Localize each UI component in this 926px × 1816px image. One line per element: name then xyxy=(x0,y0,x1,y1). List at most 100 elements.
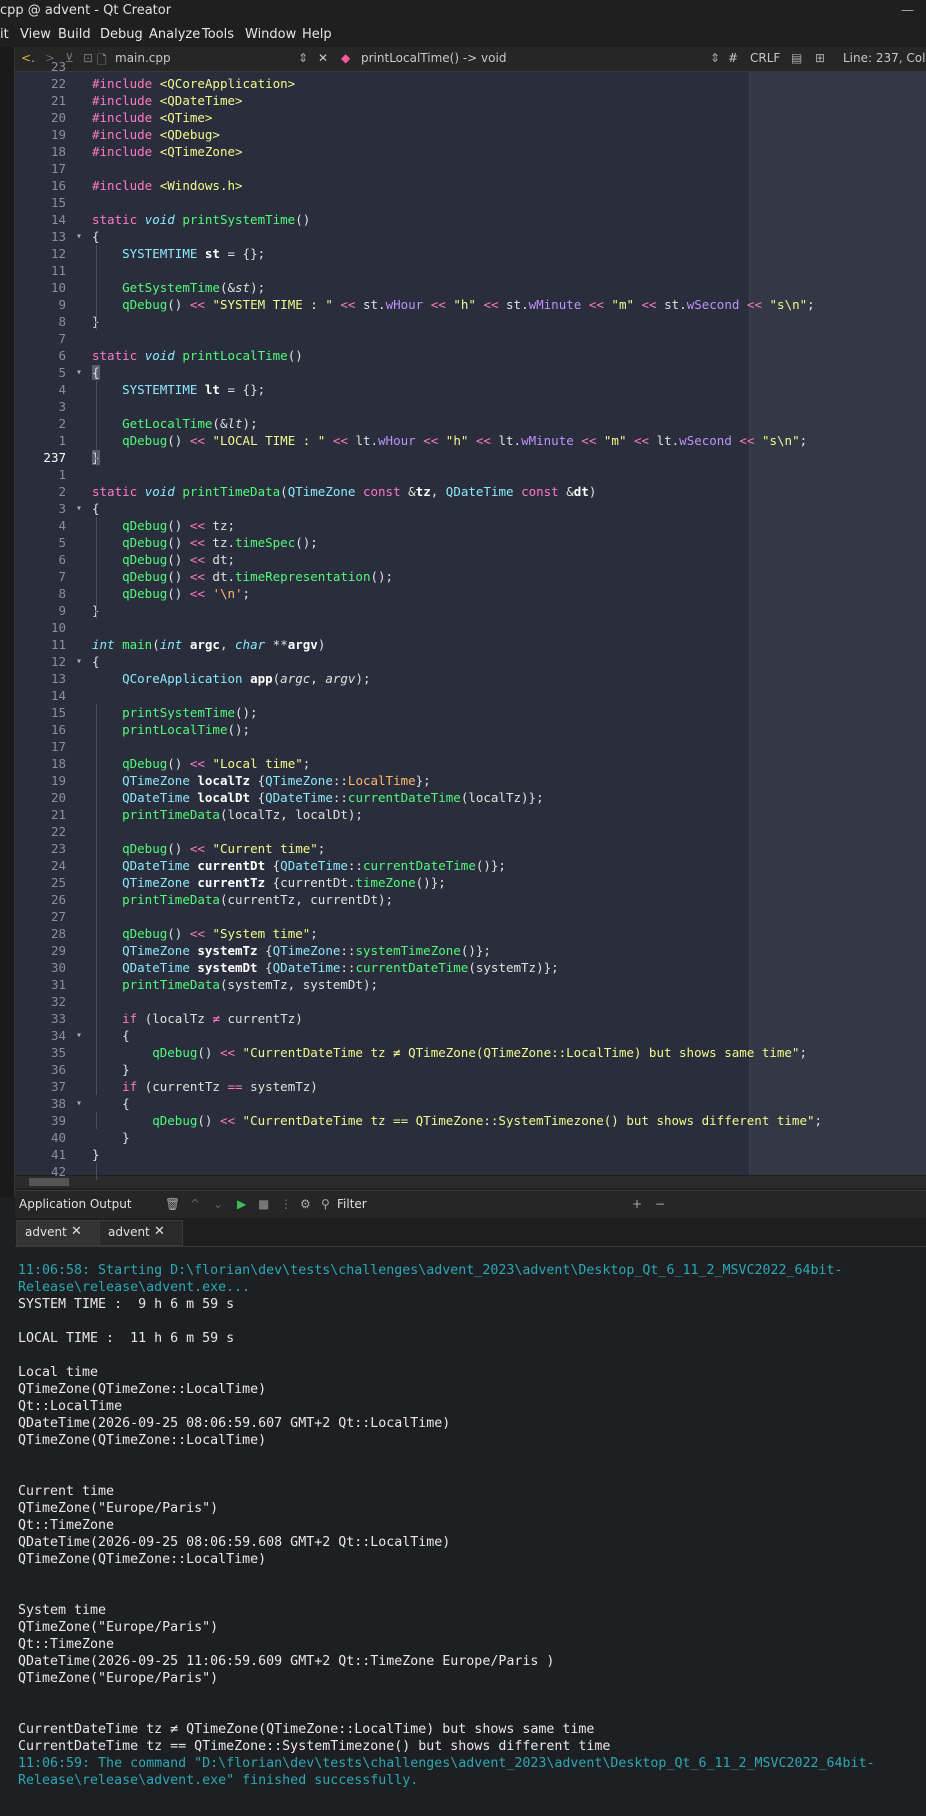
code-line[interactable]: qDebug() << tz; xyxy=(92,517,235,534)
code-line[interactable]: } xyxy=(92,1061,130,1078)
code-line[interactable]: qDebug() << "SYSTEM TIME : " << st.wHour… xyxy=(92,296,815,313)
file-selector[interactable]: main.cpp xyxy=(115,51,171,65)
menu-window[interactable]: Window xyxy=(245,27,296,42)
menu-edit[interactable]: it xyxy=(0,27,9,42)
indent-guide xyxy=(96,381,97,466)
add-pane-icon[interactable]: + xyxy=(632,1197,642,1211)
code-line[interactable]: qDebug() << dt; xyxy=(92,551,235,568)
code-line[interactable]: if (localTz ≠ currentTz) xyxy=(92,1010,303,1027)
hash-button[interactable]: # xyxy=(728,51,738,65)
fold-marker-icon[interactable]: ▾ xyxy=(76,1030,82,1041)
close-file-icon[interactable]: ✕ xyxy=(318,51,328,65)
menu-tools[interactable]: Tools xyxy=(202,27,234,42)
output-pane-title[interactable]: Application Output xyxy=(19,1197,132,1211)
minimize-pane-icon[interactable]: − xyxy=(655,1197,665,1211)
code-line[interactable]: SYSTEMTIME lt = {}; xyxy=(92,381,265,398)
symbol-selector-arrows-icon[interactable]: ⇕ xyxy=(710,51,720,65)
code-line[interactable]: #include <Windows.h> xyxy=(92,177,243,194)
code-line[interactable]: qDebug() << dt.timeRepresentation(); xyxy=(92,568,393,585)
code-line[interactable]: #include <QCoreApplication> xyxy=(92,75,295,92)
code-line[interactable]: qDebug() << tz.timeSpec(); xyxy=(92,534,318,551)
fold-marker-icon[interactable]: ▾ xyxy=(76,656,82,667)
code-line[interactable]: if (currentTz == systemTz) xyxy=(92,1078,318,1095)
code-line[interactable]: qDebug() << "Current time"; xyxy=(92,840,325,857)
code-line[interactable]: QDateTime currentDt {QDateTime::currentD… xyxy=(92,857,506,874)
code-line[interactable]: #include <QTime> xyxy=(92,109,212,126)
code-line[interactable]: #include <QDebug> xyxy=(92,126,220,143)
fold-marker-icon[interactable]: ▾ xyxy=(76,503,82,514)
code-line[interactable]: static void printSystemTime() xyxy=(92,211,310,228)
code-line[interactable]: } xyxy=(92,1146,100,1163)
menu-view[interactable]: View xyxy=(20,27,51,42)
code-line[interactable]: SYSTEMTIME st = {}; xyxy=(92,245,265,262)
menu-build[interactable]: Build xyxy=(58,27,91,42)
menu-debug[interactable]: Debug xyxy=(100,27,143,42)
output-tab[interactable]: advent ✕ xyxy=(99,1220,183,1246)
fold-marker-icon[interactable]: ▾ xyxy=(76,367,82,378)
code-line[interactable]: GetSystemTime(&st); xyxy=(92,279,265,296)
code-line[interactable]: qDebug() << "LOCAL TIME : " << lt.wHour … xyxy=(92,432,807,449)
code-line[interactable]: qDebug() << '\n'; xyxy=(92,585,250,602)
encoding-icon[interactable]: ⊞ xyxy=(815,51,825,65)
menu-analyze[interactable]: Analyze xyxy=(149,27,200,42)
settings-icon[interactable]: ⚙ xyxy=(300,1197,311,1211)
code-line[interactable]: { xyxy=(92,228,100,245)
filter-input[interactable]: Filter xyxy=(337,1197,367,1211)
close-tab-icon[interactable]: ✕ xyxy=(71,1224,82,1239)
document-icon[interactable]: ▤ xyxy=(791,51,802,65)
code-line[interactable]: printTimeData(currentTz, currentDt); xyxy=(92,891,393,908)
cursor-position[interactable]: Line: 237, Col: 1 xyxy=(843,51,926,65)
line-number: 11 xyxy=(50,637,66,652)
code-line[interactable]: QCoreApplication app(argc, argv); xyxy=(92,670,370,687)
code-line[interactable]: QTimeZone systemTz {QTimeZone::systemTim… xyxy=(92,942,491,959)
code-line[interactable]: } xyxy=(92,1129,130,1146)
line-ending-selector[interactable]: CRLF xyxy=(750,51,780,65)
file-selector-arrows-icon[interactable]: ⇕ xyxy=(298,51,308,65)
code-line[interactable]: printTimeData(localTz, localDt); xyxy=(92,806,363,823)
code-line[interactable]: { xyxy=(92,364,100,381)
code-line[interactable]: qDebug() << "System time"; xyxy=(92,925,318,942)
code-line[interactable]: printTimeData(systemTz, systemDt); xyxy=(92,976,378,993)
run-icon[interactable]: ▶ xyxy=(237,1197,246,1211)
split-icon[interactable]: ⊻ xyxy=(65,51,74,65)
code-line[interactable]: #include <QDateTime> xyxy=(92,92,243,109)
code-line[interactable]: { xyxy=(92,1095,130,1112)
code-line[interactable]: qDebug() << "CurrentDateTime tz == QTime… xyxy=(92,1112,822,1129)
output-tab[interactable]: advent ✕ xyxy=(16,1220,100,1246)
code-line[interactable]: #include <QTimeZone> xyxy=(92,143,243,160)
code-line[interactable]: { xyxy=(92,653,100,670)
code-line[interactable]: static void printLocalTime() xyxy=(92,347,303,364)
code-line[interactable]: QTimeZone currentTz {currentDt.timeZone(… xyxy=(92,874,446,891)
scrollbar-thumb[interactable] xyxy=(29,1178,69,1186)
line-number: 14 xyxy=(50,688,66,703)
menu-help[interactable]: Help xyxy=(302,27,332,42)
code-line[interactable]: printSystemTime(); xyxy=(92,704,257,721)
down-icon[interactable]: ⌄ xyxy=(213,1197,223,1211)
minimize-button[interactable]: — xyxy=(901,0,914,22)
clear-icon[interactable]: 🗑 xyxy=(165,1197,180,1211)
code-line[interactable]: GetLocalTime(&lt); xyxy=(92,415,258,432)
close-tab-icon[interactable]: ✕ xyxy=(154,1224,165,1239)
code-line[interactable]: qDebug() << "CurrentDateTime tz ≠ QTimeZ… xyxy=(92,1044,807,1061)
code-line[interactable]: static void printTimeData(QTimeZone cons… xyxy=(92,483,596,500)
code-line[interactable]: qDebug() << "Local time"; xyxy=(92,755,310,772)
code-line[interactable]: QDateTime localDt {QDateTime::currentDat… xyxy=(92,789,544,806)
horizontal-scrollbar[interactable] xyxy=(15,1176,926,1188)
line-number: 40 xyxy=(50,1130,66,1145)
fold-marker-icon[interactable]: ▾ xyxy=(76,1098,82,1109)
code-line[interactable]: QTimeZone localTz {QTimeZone::LocalTime}… xyxy=(92,772,431,789)
fold-marker-icon[interactable]: ▾ xyxy=(76,231,82,242)
line-number: 26 xyxy=(50,892,66,907)
code-line[interactable]: printLocalTime(); xyxy=(92,721,250,738)
code-line[interactable]: { xyxy=(92,1027,130,1044)
up-icon[interactable]: ^ xyxy=(190,1197,200,1211)
symbol-selector[interactable]: printLocalTime() -> void xyxy=(361,51,506,65)
stop-icon[interactable]: ■ xyxy=(258,1197,269,1211)
output-line: System time xyxy=(18,1603,107,1618)
code-line[interactable]: { xyxy=(92,500,100,517)
code-line[interactable]: int main(int argc, char **argv) xyxy=(92,636,325,653)
attach-debugger-icon[interactable]: ⋮ xyxy=(280,1197,292,1211)
line-number: 1 xyxy=(58,467,66,482)
code-line[interactable]: QDateTime systemDt {QDateTime::currentDa… xyxy=(92,959,559,976)
